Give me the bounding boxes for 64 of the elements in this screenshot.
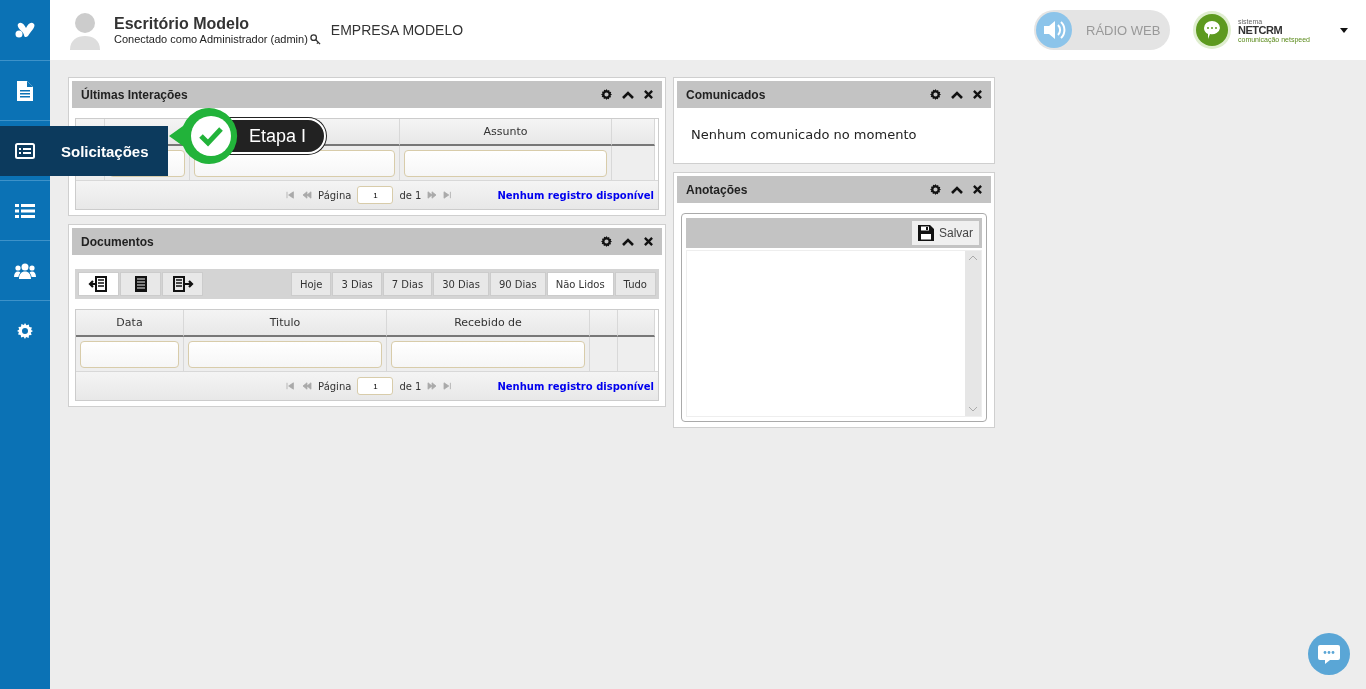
list-card-icon[interactable] — [15, 142, 35, 159]
brand-name: NETCRM — [1238, 24, 1284, 36]
collapse-icon[interactable] — [951, 185, 963, 194]
document-icon — [134, 276, 147, 292]
collapse-icon[interactable] — [622, 90, 634, 99]
settings-icon[interactable] — [601, 89, 612, 100]
page-count: de 1 — [399, 380, 422, 392]
toolbar-button[interactable] — [120, 272, 161, 296]
page-field[interactable]: 1 — [357, 377, 394, 395]
list-icon[interactable] — [15, 202, 35, 219]
panel-title: Últimas Interações — [81, 87, 189, 102]
user-info: Conectado como Administrador (admin) — [114, 33, 308, 45]
speaker-icon — [1036, 12, 1072, 48]
toolbar-button[interactable] — [162, 272, 203, 296]
filter-tab[interactable]: 7 Dias — [382, 272, 433, 296]
column-header[interactable]: Data — [76, 310, 184, 337]
panel-title: Documentos — [81, 234, 155, 249]
column-header[interactable]: Recebido de — [387, 310, 590, 337]
settings-icon[interactable] — [17, 322, 33, 339]
filter-tab[interactable]: Tudo — [614, 272, 656, 296]
column-header[interactable] — [618, 310, 655, 337]
page-label: Página — [318, 380, 352, 392]
empty-message: Nenhum comunicado no momento — [690, 126, 918, 144]
filter-tab[interactable]: 3 Dias — [332, 272, 382, 296]
column-header[interactable] — [612, 119, 655, 146]
empty-message: Nenhum registro disponível — [497, 189, 654, 201]
document-icon[interactable] — [17, 80, 33, 101]
dropdown-caret-icon[interactable] — [1340, 27, 1348, 33]
collapse-icon[interactable] — [951, 90, 963, 99]
close-icon[interactable] — [644, 237, 653, 246]
column-header[interactable]: Assunto — [400, 119, 612, 146]
chat-logo-icon — [1192, 10, 1232, 50]
sidebar-tooltip: Solicitações — [50, 126, 168, 176]
import-icon — [87, 276, 110, 292]
panel-title: Anotações — [686, 182, 749, 197]
close-icon[interactable] — [644, 90, 653, 99]
settings-icon[interactable] — [601, 236, 612, 247]
key-icon[interactable] — [309, 33, 321, 45]
toolbar-button[interactable] — [78, 272, 119, 296]
users-icon[interactable] — [14, 262, 36, 279]
company-label: EMPRESA MODELO — [330, 22, 464, 38]
export-icon — [171, 276, 194, 292]
filter-tab[interactable]: Não Lidos — [546, 272, 614, 296]
chat-button[interactable] — [1308, 633, 1350, 675]
panel-title: Comunicados — [686, 87, 767, 102]
empty-message: Nenhum registro disponível — [497, 380, 654, 392]
save-button[interactable]: Salvar — [912, 221, 979, 245]
company-name: Escritório Modelo — [114, 15, 251, 33]
avatar-icon — [68, 10, 102, 50]
logo-icon[interactable] — [15, 22, 35, 38]
column-header[interactable]: Titulo — [184, 310, 387, 337]
chat-bubble-icon — [1317, 643, 1341, 665]
page-field[interactable]: 1 — [357, 186, 394, 204]
close-icon[interactable] — [973, 90, 982, 99]
settings-icon[interactable] — [930, 184, 941, 195]
close-icon[interactable] — [973, 185, 982, 194]
settings-icon[interactable] — [930, 89, 941, 100]
page-label: Página — [318, 189, 352, 201]
filter-tab[interactable]: 30 Dias — [433, 272, 489, 296]
filter-tab[interactable]: 90 Dias — [489, 272, 546, 296]
column-header[interactable] — [590, 310, 618, 337]
page-count: de 1 — [399, 189, 422, 201]
filter-tab[interactable]: Hoje — [290, 272, 332, 296]
collapse-icon[interactable] — [622, 237, 634, 246]
